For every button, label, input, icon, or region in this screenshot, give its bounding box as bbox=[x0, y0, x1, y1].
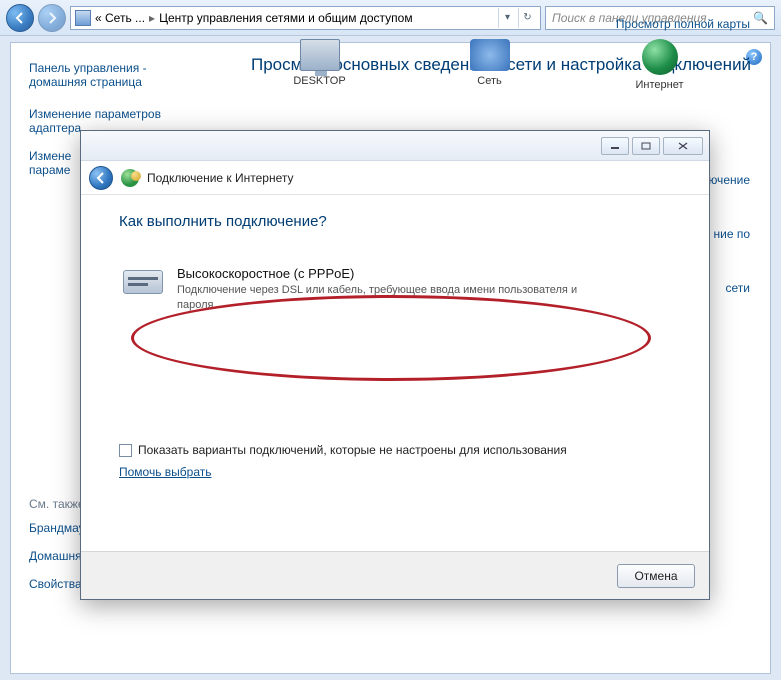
option-title: Высокоскоростное (с PPPoE) bbox=[177, 266, 607, 281]
option-broadband-pppoe[interactable]: Высокоскоростное (с PPPoE) Подключение ч… bbox=[119, 258, 671, 321]
modem-icon bbox=[123, 270, 163, 294]
nav-forward-button[interactable] bbox=[38, 4, 66, 32]
wizard-back-button[interactable] bbox=[89, 166, 113, 190]
wizard-title: Подключение к Интернету bbox=[147, 171, 294, 185]
option-description: Подключение через DSL или кабель, требую… bbox=[177, 283, 607, 313]
close-button[interactable] bbox=[663, 137, 703, 155]
wizard-footer: Отмена bbox=[81, 551, 709, 599]
network-node-network[interactable]: Сеть bbox=[450, 39, 530, 91]
show-all-options-checkbox-row[interactable]: Показать варианты подключений, которые н… bbox=[119, 443, 671, 457]
maximize-button[interactable] bbox=[632, 137, 660, 155]
node-label-inet: Интернет bbox=[636, 79, 684, 91]
wizard-heading: Как выполнить подключение? bbox=[119, 213, 671, 230]
computer-icon bbox=[300, 39, 340, 71]
breadcrumb-segment-1[interactable]: « Сеть ... bbox=[95, 11, 145, 25]
sidebar-home-link[interactable]: Панель управления - домашняя страница bbox=[29, 61, 199, 89]
network-map: DESKTOP Сеть Интернет bbox=[221, 39, 758, 91]
node-label-net: Сеть bbox=[477, 75, 501, 87]
cancel-button[interactable]: Отмена bbox=[617, 564, 695, 588]
globe-icon bbox=[642, 39, 678, 75]
wizard-titlebar[interactable] bbox=[81, 131, 709, 161]
nav-back-button[interactable] bbox=[6, 4, 34, 32]
wizard-header: Подключение к Интернету bbox=[81, 161, 709, 195]
minimize-button[interactable] bbox=[601, 137, 629, 155]
wizard-body: Как выполнить подключение? Высокоскорост… bbox=[81, 195, 709, 551]
connect-internet-wizard: Подключение к Интернету Как выполнить по… bbox=[80, 130, 710, 600]
network-icon bbox=[75, 10, 91, 26]
checkbox-label: Показать варианты подключений, которые н… bbox=[138, 443, 567, 457]
help-choose-link[interactable]: Помочь выбрать bbox=[119, 465, 212, 479]
chevron-right-icon: ▸ bbox=[149, 11, 155, 25]
network-node-pc[interactable]: DESKTOP bbox=[280, 39, 360, 91]
network-device-icon bbox=[470, 39, 510, 71]
node-label-pc: DESKTOP bbox=[293, 75, 345, 87]
view-full-map-link[interactable]: Просмотр полной карты bbox=[221, 17, 750, 31]
network-node-internet[interactable]: Интернет bbox=[620, 39, 700, 91]
wizard-icon bbox=[121, 169, 139, 187]
checkbox-icon[interactable] bbox=[119, 444, 132, 457]
search-icon: 🔍 bbox=[753, 11, 768, 25]
